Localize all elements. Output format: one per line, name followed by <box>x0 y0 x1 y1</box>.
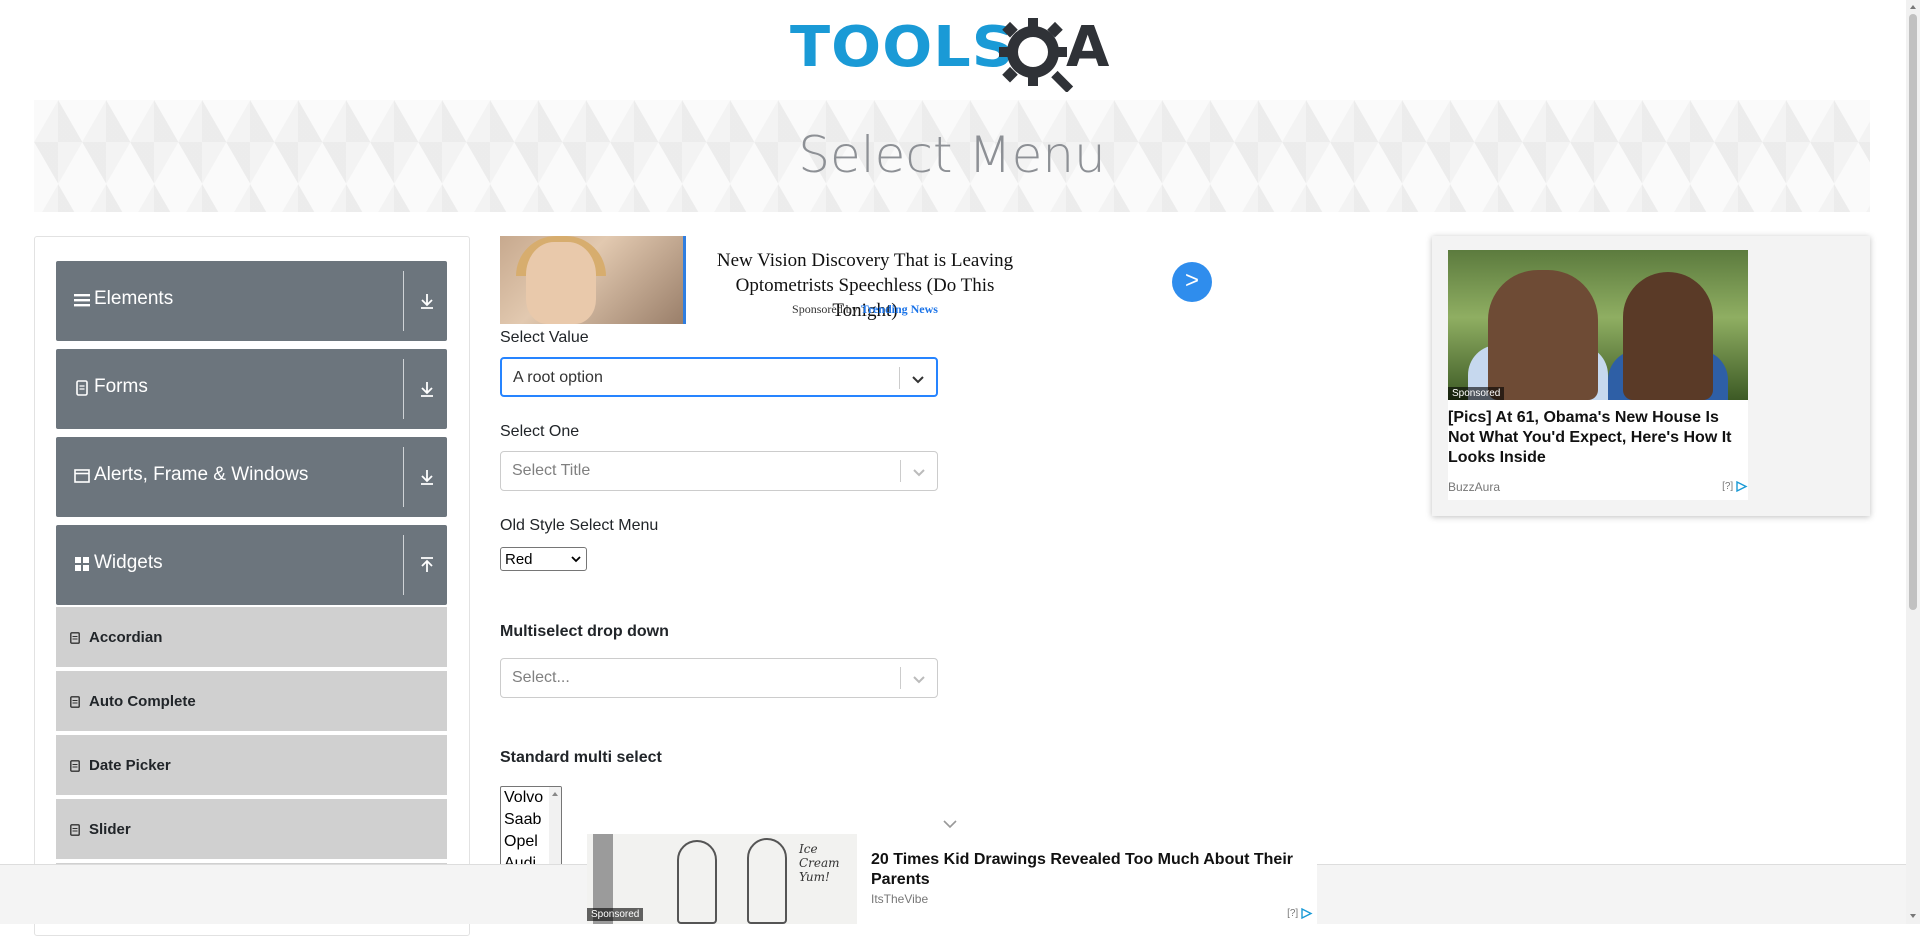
scroll-up-arrow-icon[interactable] <box>1909 3 1917 11</box>
upload-arrow-icon[interactable] <box>417 555 437 575</box>
logo-letter: A <box>1066 15 1110 80</box>
page-banner: Select Menu <box>34 100 1870 212</box>
old-style-select[interactable]: Red <box>500 547 587 571</box>
chevron-down-icon[interactable] <box>910 371 926 387</box>
divider <box>403 447 404 507</box>
adchoices-icon[interactable] <box>1736 480 1748 493</box>
ad-info-link[interactable]: [?] <box>1722 480 1748 493</box>
sidebar-item-label: Auto Complete <box>89 693 196 710</box>
ad-image-scribble: Ice Cream Yum! <box>799 842 840 884</box>
widgets-icon <box>75 557 89 571</box>
select-one-label: Select One <box>500 423 580 440</box>
multiselect-placeholder: Select... <box>512 669 570 686</box>
indicator-separator <box>899 367 900 389</box>
select-value-label: Select Value <box>500 329 589 346</box>
download-arrow-icon[interactable] <box>417 291 437 311</box>
option-opel[interactable]: Opel <box>504 831 538 853</box>
window-icon <box>74 469 90 483</box>
sidebar-group-widgets[interactable]: Widgets <box>56 525 447 605</box>
document-icon <box>70 696 80 708</box>
standard-multi-select[interactable]: Volvo Saab Opel Audi <box>500 786 562 876</box>
ad-info-link[interactable]: [?] <box>1287 907 1313 920</box>
ad-image[interactable] <box>500 236 686 324</box>
document-icon <box>70 632 80 644</box>
select-value-dropdown[interactable]: A root option <box>500 357 938 397</box>
chevron-down-icon <box>571 556 581 563</box>
ad-sponsor-name[interactable]: Trending News <box>861 302 938 316</box>
ad-image-face <box>526 242 596 324</box>
sidebar-group-forms[interactable]: Forms <box>56 349 447 429</box>
sponsored-tag: Sponsored <box>1448 387 1505 400</box>
ad-info-text: [?] <box>1722 481 1734 493</box>
option-volvo[interactable]: Volvo <box>504 787 543 809</box>
sidebar-item-date-picker[interactable]: Date Picker <box>56 735 447 797</box>
ad-image-drawing <box>747 838 787 924</box>
hamburger-icon <box>74 294 90 307</box>
page-title: Select Menu <box>798 126 1106 184</box>
ad-photo-figure <box>1488 270 1598 400</box>
select-one-placeholder: Select Title <box>512 462 591 479</box>
old-style-label: Old Style Select Menu <box>500 517 659 534</box>
sidebar-item-label: Accordian <box>89 629 163 646</box>
scrollbar-thumb[interactable] <box>1909 14 1917 610</box>
chevron-down-icon[interactable] <box>911 671 927 687</box>
divider <box>403 271 404 331</box>
listbox-scrollbar[interactable] <box>549 787 561 875</box>
ad-sponsor-line: Sponsored by Trending News <box>705 302 1025 317</box>
ad-card[interactable]: Sponsored [Pics] At 61, Obama's New Hous… <box>1448 250 1748 500</box>
sidebar-group-alerts[interactable]: Alerts, Frame & Windows <box>56 437 447 517</box>
page-scrollbar[interactable] <box>1906 0 1920 924</box>
sidebar-group-label: Widgets <box>94 552 163 573</box>
sponsored-tag: Sponsored <box>587 908 644 921</box>
sidebar-item-label: Slider <box>89 821 131 838</box>
sidebar-item-accordian[interactable]: Accordian <box>56 607 447 669</box>
document-icon <box>70 824 80 836</box>
document-icon <box>76 380 88 396</box>
logo-text: TOOLS <box>790 15 1016 80</box>
divider <box>403 535 404 595</box>
sidebar-group-elements[interactable]: Elements <box>56 261 447 341</box>
ad-source[interactable]: ItsTheVibe <box>871 892 928 906</box>
left-sidebar: Elements Forms Alerts, Frame & Windows W… <box>34 236 470 936</box>
download-arrow-icon[interactable] <box>417 379 437 399</box>
ad-title[interactable]: [Pics] At 61, Obama's New House Is Not W… <box>1448 408 1748 468</box>
ad-go-button[interactable]: > <box>1172 262 1212 302</box>
option-saab[interactable]: Saab <box>504 809 541 831</box>
ad-sponsor-prefix: Sponsored by <box>792 302 858 316</box>
divider <box>403 359 404 419</box>
ad-title[interactable]: 20 Times Kid Drawings Revealed Too Much … <box>871 850 1311 890</box>
indicator-separator <box>900 460 901 482</box>
ad-image-drawing <box>677 840 717 924</box>
old-style-value: Red <box>505 551 533 568</box>
chevron-down-icon[interactable] <box>911 464 927 480</box>
sidebar-item-label: Date Picker <box>89 757 171 774</box>
standard-multi-label: Standard multi select <box>500 749 662 766</box>
download-arrow-icon[interactable] <box>417 467 437 487</box>
sidebar-group-label: Forms <box>94 376 148 397</box>
sidebar-group-label: Alerts, Frame & Windows <box>94 464 309 485</box>
chevron-down-icon[interactable] <box>942 818 958 830</box>
sidebar-item-slider[interactable]: Slider <box>56 799 447 861</box>
ad-source[interactable]: BuzzAura <box>1448 480 1500 494</box>
scroll-up-arrow-icon[interactable] <box>551 790 559 798</box>
sponsored-ad-bottom[interactable]: Ice Cream Yum! Sponsored 20 Times Kid Dr… <box>587 834 1317 924</box>
sidebar-item-auto-complete[interactable]: Auto Complete <box>56 671 447 733</box>
sponsored-ad-top[interactable]: New Vision Discovery That is Leaving Opt… <box>500 236 1215 324</box>
ad-photo[interactable]: Sponsored <box>1448 250 1748 400</box>
ad-photo-figure <box>1623 272 1713 400</box>
ad-info-text: [?] <box>1287 908 1299 920</box>
select-value-current: A root option <box>513 369 603 386</box>
scroll-down-arrow-icon[interactable] <box>1909 912 1917 920</box>
document-icon <box>70 760 80 772</box>
multiselect-dropdown[interactable]: Select... <box>500 658 938 698</box>
adchoices-icon[interactable] <box>1301 907 1313 920</box>
toolsqa-logo[interactable]: TOOLS A <box>790 14 1120 94</box>
sponsored-ad-right[interactable]: Sponsored [Pics] At 61, Obama's New Hous… <box>1432 236 1870 516</box>
ad-image[interactable]: Ice Cream Yum! Sponsored <box>587 834 857 924</box>
multiselect-label: Multiselect drop down <box>500 623 669 640</box>
sidebar-group-label: Elements <box>94 288 174 309</box>
indicator-separator <box>900 667 901 689</box>
select-one-dropdown[interactable]: Select Title <box>500 451 938 491</box>
